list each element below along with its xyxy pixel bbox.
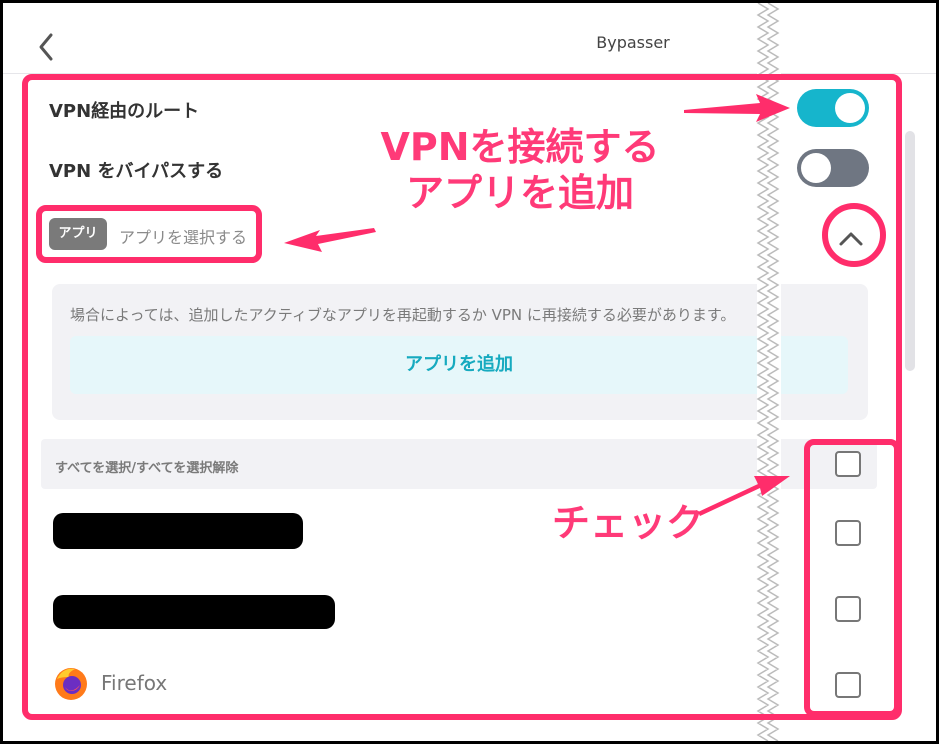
annotation-connect-line2: アプリを追加 (405, 171, 634, 215)
annotation-chevron-circle (822, 203, 886, 267)
scrollbar[interactable] (905, 131, 915, 371)
page-title: Bypasser (596, 33, 670, 52)
back-arrow-icon[interactable] (33, 29, 63, 65)
annotation-check-note: チェック (552, 501, 705, 545)
annotation-connect-note: VPNを接続する アプリを追加 (370, 124, 670, 216)
annotation-checkbox-column (804, 439, 900, 717)
annotation-connect-line1: VPNを接続する (380, 125, 660, 169)
annotation-app-selector-box (36, 205, 262, 263)
